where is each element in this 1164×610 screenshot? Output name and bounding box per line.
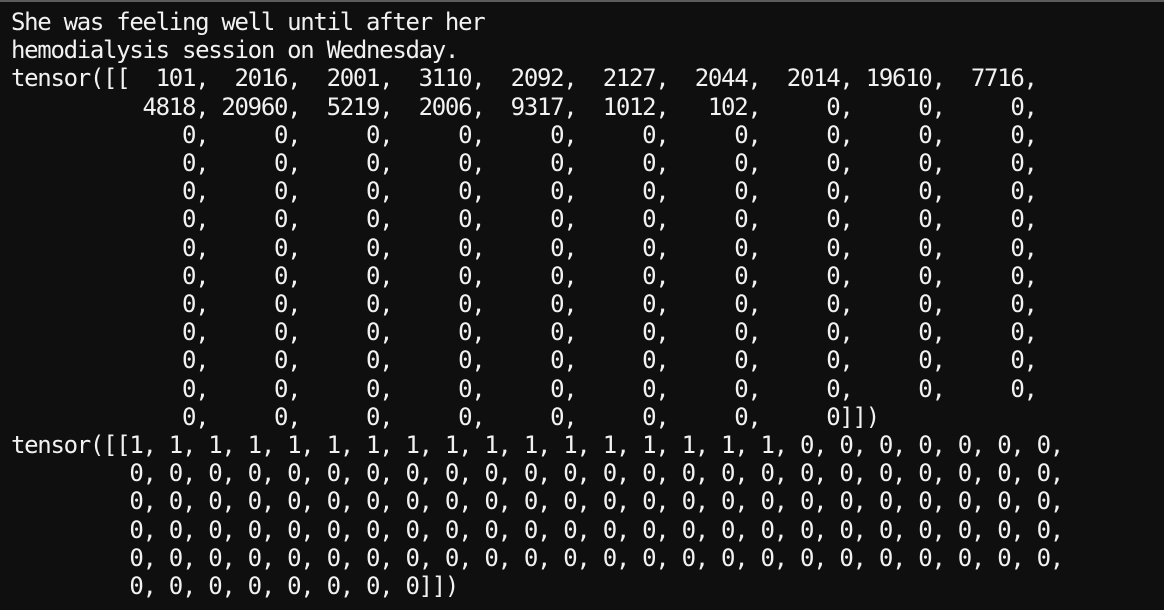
terminal-line: 0, 0, 0, 0, 0, 0, 0, 0, 0, 0, [11,120,1038,149]
terminal-line: tensor([[ 101, 2016, 2001, 3110, 2092, 2… [11,64,1038,93]
terminal-line: 0, 0, 0, 0, 0, 0, 0, 0, 0, 0, [11,261,1038,290]
terminal-line: 0, 0, 0, 0, 0, 0, 0, 0, 0, 0, [11,318,1038,347]
terminal-line: 4818, 20960, 5219, 2006, 9317, 1012, 102… [11,92,1037,121]
terminal-line: 0, 0, 0, 0, 0, 0, 0, 0, 0, 0, [11,374,1038,403]
terminal-line: 0, 0, 0, 0, 0, 0, 0, 0, 0, 0, [11,149,1038,178]
terminal-line: 0, 0, 0, 0, 0, 0, 0, 0, 0, 0, 0, 0, 0, 0… [11,543,1064,572]
terminal-line: 0, 0, 0, 0, 0, 0, 0, 0, 0, 0, 0, 0, 0, 0… [11,515,1064,544]
terminal-line: 0, 0, 0, 0, 0, 0, 0, 0, 0, 0, [11,233,1038,262]
terminal-line: tensor([[1, 1, 1, 1, 1, 1, 1, 1, 1, 1, 1… [11,431,1064,460]
terminal-line: 0, 0, 0, 0, 0, 0, 0, 0]]) [11,402,880,431]
terminal-line: 0, 0, 0, 0, 0, 0, 0, 0, 0, 0, [11,205,1038,234]
terminal-line: hemodialysis session on Wednesday. [11,36,459,65]
terminal-line: 0, 0, 0, 0, 0, 0, 0, 0, 0, 0, 0, 0, 0, 0… [11,459,1064,488]
terminal-line: 0, 0, 0, 0, 0, 0, 0, 0, 0, 0, 0, 0, 0, 0… [11,487,1064,516]
terminal-line: She was feeling well until after her [11,8,486,36]
terminal-output: She was feeling well until after her hemo… [11,8,1164,600]
terminal-line: 0, 0, 0, 0, 0, 0, 0, 0]]) [11,572,459,601]
terminal-line: 0, 0, 0, 0, 0, 0, 0, 0, 0, 0, [11,290,1038,319]
terminal-line: 0, 0, 0, 0, 0, 0, 0, 0, 0, 0, [11,177,1038,206]
terminal-window[interactable]: She was feeling well until after her hemo… [0,0,1164,610]
terminal-line: 0, 0, 0, 0, 0, 0, 0, 0, 0, 0, [11,346,1038,375]
